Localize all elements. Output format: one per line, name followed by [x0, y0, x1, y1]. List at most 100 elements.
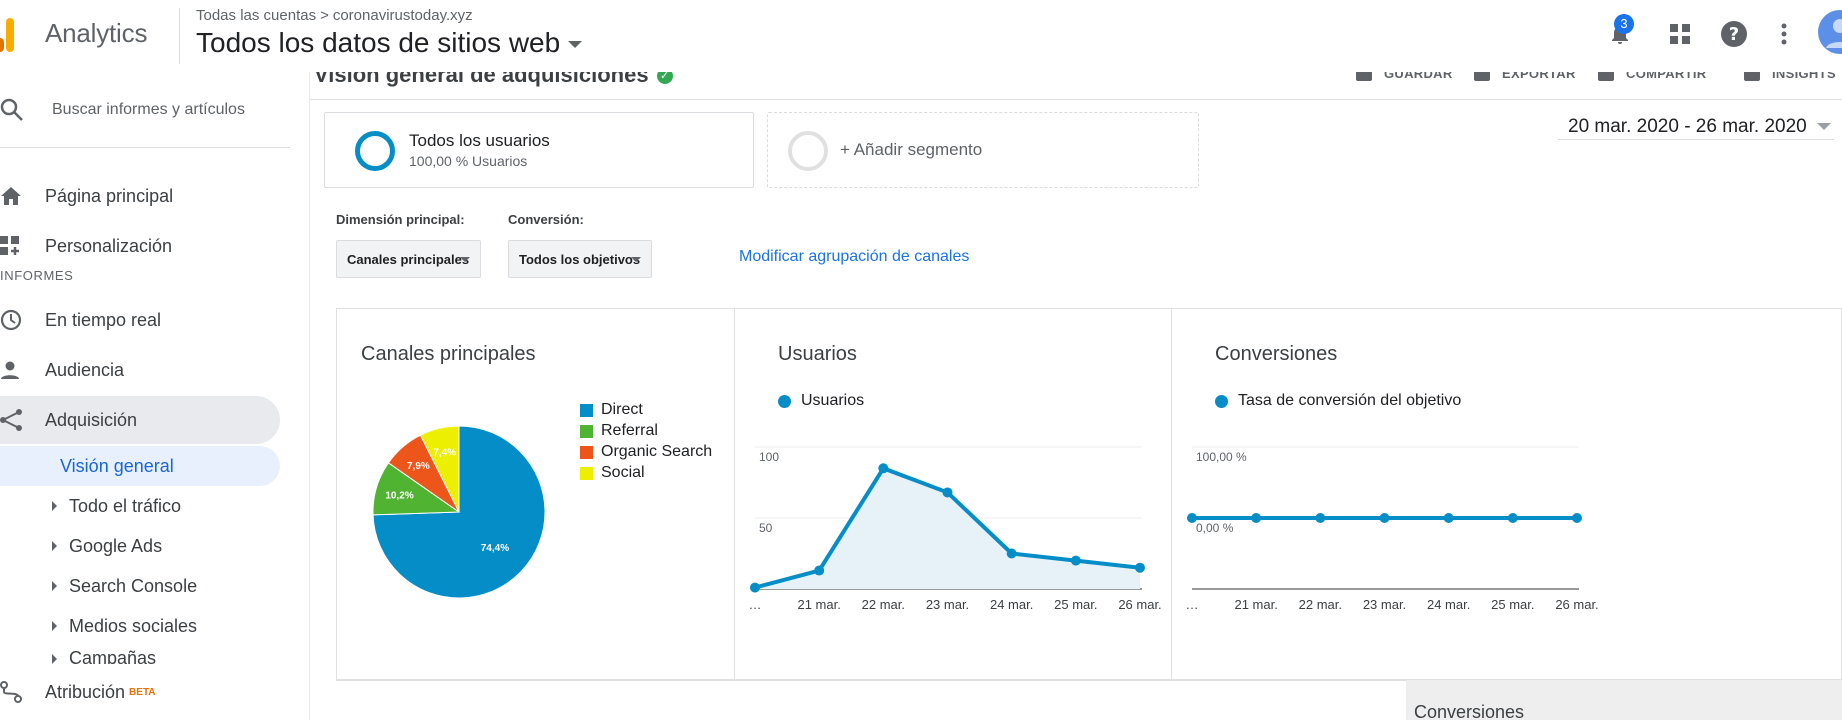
- legend-item[interactable]: Referral: [580, 422, 658, 440]
- legend-label: Direct: [601, 401, 643, 418]
- property-name[interactable]: Todos los datos de sitios web: [196, 27, 560, 58]
- sidebar-subitem-overview[interactable]: Visión general: [0, 446, 280, 486]
- y-tick-label: 100: [759, 450, 779, 464]
- data-point[interactable]: [1443, 513, 1454, 523]
- share-button[interactable]: COMPARTIR: [1598, 72, 1706, 81]
- add-segment-button[interactable]: + Añadir segmento: [767, 112, 1199, 188]
- section-label-reports: INFORMES: [0, 268, 74, 283]
- legend-item[interactable]: Organic Search: [580, 443, 712, 461]
- sidebar-subitem-google-ads[interactable]: Google Ads: [0, 526, 280, 566]
- apps-grid-icon[interactable]: [1660, 14, 1700, 54]
- segment-subtitle: 100,00 % Usuarios: [409, 153, 528, 169]
- breadcrumb[interactable]: Todas las cuentas > coronavirustoday.xyz: [196, 7, 473, 24]
- add-segment-label: + Añadir segmento: [840, 140, 983, 159]
- property-selector[interactable]: Todos los datos de sitios web: [196, 27, 583, 59]
- data-point[interactable]: [750, 582, 760, 593]
- save-button[interactable]: GUARDAR: [1356, 72, 1453, 81]
- save-label: GUARDAR: [1384, 72, 1453, 81]
- page-title-text: Visión general de adquisiciones: [314, 72, 649, 87]
- sidebar-subitem-label: Todo el tráfico: [69, 495, 182, 516]
- sidebar-item-home[interactable]: Página principal: [0, 172, 280, 220]
- date-range-picker[interactable]: 20 mar. 2020 - 26 mar. 2020: [1558, 116, 1834, 140]
- sidebar-item-audience[interactable]: Audiencia: [0, 346, 280, 394]
- x-tick-label: 21 mar.: [1234, 597, 1277, 612]
- search-input[interactable]: Buscar informes y artículos: [52, 101, 245, 119]
- share-label: COMPARTIR: [1626, 72, 1707, 81]
- pie-chart[interactable]: 74,4% 10,2% 7,9%7,4%: [359, 412, 559, 612]
- sidebar-subitem-label: Visión general: [60, 455, 174, 476]
- sidebar-subitem-label: Medios sociales: [69, 615, 198, 636]
- segment-all-users[interactable]: Todos los usuarios 100,00 % Usuarios: [324, 112, 754, 188]
- sidebar-item-label: Página principal: [45, 185, 174, 206]
- clock-icon: [0, 309, 45, 331]
- sidebar-item-customization[interactable]: Personalización: [0, 222, 280, 270]
- data-point[interactable]: [878, 463, 889, 474]
- insights-button[interactable]: INSIGHTS: [1744, 72, 1836, 81]
- sidebar-item-label: En tiempo real: [45, 309, 162, 330]
- data-point[interactable]: [1507, 513, 1518, 523]
- sidebar-item-attribution[interactable]: Atribución BETA: [0, 668, 300, 716]
- sidebar-item-acquisition[interactable]: Adquisición: [0, 396, 280, 444]
- sidebar: Buscar informes y artículos Página princ…: [0, 72, 310, 720]
- breadcrumb-account[interactable]: coronavirustoday.xyz: [333, 7, 473, 24]
- sidebar-item-realtime[interactable]: En tiempo real: [0, 296, 280, 344]
- sidebar-subitem-search-console[interactable]: Search Console: [0, 566, 280, 606]
- legend-item[interactable]: Tasa de conversión del objetivo: [1215, 392, 1461, 410]
- y-tick-label: 50: [759, 521, 773, 535]
- x-tick-label: 24 mar.: [990, 597, 1033, 612]
- account-avatar[interactable]: [1818, 10, 1842, 54]
- export-icon: [1474, 72, 1490, 81]
- legend-item[interactable]: Direct: [580, 401, 643, 419]
- conversions-line-chart[interactable]: 100,00 % 0,00 % … 21 mar. 22 mar. 23 mar. 24 m…: [1172, 439, 1609, 669]
- expand-arrow-icon: [52, 501, 57, 511]
- data-point[interactable]: [1135, 562, 1145, 573]
- data-point[interactable]: [942, 487, 953, 498]
- beta-badge: BETA: [129, 686, 156, 698]
- page-title: Visión general de adquisiciones ✓: [314, 72, 673, 88]
- search-reports[interactable]: Buscar informes y artículos: [0, 72, 290, 148]
- data-point[interactable]: [1070, 555, 1081, 566]
- conversion-value: Todos los objetivos: [519, 251, 641, 267]
- x-tick-label: 26 mar.: [1118, 597, 1161, 612]
- data-point[interactable]: [1006, 548, 1017, 559]
- insights-label: INSIGHTS: [1772, 72, 1836, 81]
- person-icon: [0, 360, 45, 380]
- breadcrumb-accounts[interactable]: Todas las cuentas: [196, 7, 316, 24]
- customization-icon: [0, 236, 45, 256]
- more-vert-icon[interactable]: [1764, 14, 1804, 54]
- data-point[interactable]: [1187, 513, 1197, 523]
- home-icon: [0, 186, 45, 206]
- x-tick-label: 22 mar.: [1299, 597, 1342, 612]
- x-tick-label: 26 mar.: [1555, 597, 1598, 612]
- dimension-dropdown[interactable]: Canales principales: [336, 240, 481, 278]
- search-icon: [0, 98, 24, 127]
- export-button[interactable]: EXPORTAR: [1474, 72, 1576, 81]
- modify-channel-grouping-link[interactable]: Modificar agrupación de canales: [739, 248, 969, 266]
- help-icon[interactable]: ?: [1714, 14, 1754, 54]
- sidebar-subitem-all-traffic[interactable]: Todo el tráfico: [0, 486, 280, 526]
- expand-arrow-icon: [52, 621, 57, 631]
- sidebar-subitem-label: Campañas: [69, 648, 157, 664]
- x-tick-label: 22 mar.: [862, 597, 905, 612]
- data-point[interactable]: [814, 565, 825, 576]
- x-tick-label: 25 mar.: [1054, 597, 1097, 612]
- conversions-panel: Conversiones Tasa de conversión del obje…: [1171, 309, 1608, 681]
- sidebar-subitem-campaigns[interactable]: Campañas: [0, 646, 280, 664]
- legend-dot: [1215, 394, 1228, 408]
- dimension-value: Canales principales: [347, 251, 470, 267]
- insights-icon: [1744, 72, 1760, 81]
- conversion-label: Conversión:: [508, 212, 584, 227]
- data-point[interactable]: [1572, 513, 1582, 523]
- sidebar-subitem-social[interactable]: Medios sociales: [0, 606, 280, 646]
- conversion-dropdown[interactable]: Todos los objetivos: [508, 240, 652, 278]
- legend-item[interactable]: Usuarios: [778, 392, 864, 410]
- users-line-chart[interactable]: 100 50 … 21 mar. 22 mar. 23 mar. 24 mar. 25 mar…: [735, 439, 1172, 669]
- header-divider: [179, 8, 180, 64]
- legend-label: Social: [601, 464, 645, 481]
- data-point[interactable]: [1251, 513, 1262, 523]
- chevron-down-icon: [631, 257, 641, 262]
- channels-panel: Canales principales 74,4% 10,2% 7,9% 7,4% D…: [337, 309, 734, 681]
- legend-item[interactable]: Social: [580, 464, 645, 482]
- data-point[interactable]: [1379, 513, 1390, 523]
- data-point[interactable]: [1315, 513, 1326, 523]
